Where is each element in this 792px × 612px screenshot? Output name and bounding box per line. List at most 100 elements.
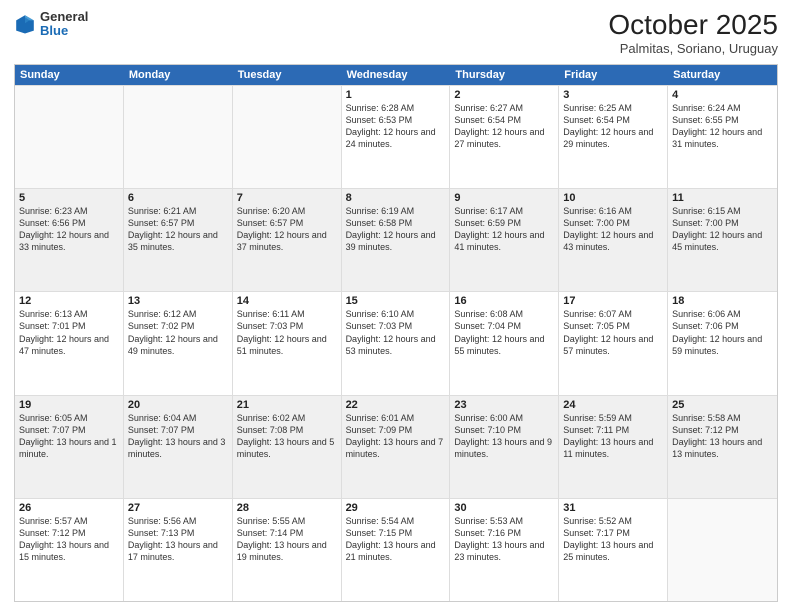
day-number: 8 bbox=[346, 192, 446, 204]
day-number: 14 bbox=[237, 295, 337, 307]
day-number: 19 bbox=[19, 399, 119, 411]
cell-daylight-text: Sunrise: 6:11 AM Sunset: 7:03 PM Dayligh… bbox=[237, 308, 337, 357]
cell-daylight-text: Sunrise: 6:05 AM Sunset: 7:07 PM Dayligh… bbox=[19, 412, 119, 461]
cell-daylight-text: Sunrise: 5:53 AM Sunset: 7:16 PM Dayligh… bbox=[454, 515, 554, 564]
cell-daylight-text: Sunrise: 6:06 AM Sunset: 7:06 PM Dayligh… bbox=[672, 308, 773, 357]
header-day-thursday: Thursday bbox=[450, 65, 559, 85]
calendar-row-3: 19Sunrise: 6:05 AM Sunset: 7:07 PM Dayli… bbox=[15, 395, 777, 498]
day-number: 29 bbox=[346, 502, 446, 514]
day-number: 12 bbox=[19, 295, 119, 307]
month-title: October 2025 bbox=[608, 10, 778, 41]
location-subtitle: Palmitas, Soriano, Uruguay bbox=[608, 41, 778, 56]
day-number: 23 bbox=[454, 399, 554, 411]
cal-cell-1-1: 6Sunrise: 6:21 AM Sunset: 6:57 PM Daylig… bbox=[124, 189, 233, 291]
logo-blue: Blue bbox=[40, 23, 68, 38]
cal-cell-0-4: 2Sunrise: 6:27 AM Sunset: 6:54 PM Daylig… bbox=[450, 86, 559, 188]
cal-cell-2-2: 14Sunrise: 6:11 AM Sunset: 7:03 PM Dayli… bbox=[233, 292, 342, 394]
cal-cell-4-3: 29Sunrise: 5:54 AM Sunset: 7:15 PM Dayli… bbox=[342, 499, 451, 601]
cal-cell-0-5: 3Sunrise: 6:25 AM Sunset: 6:54 PM Daylig… bbox=[559, 86, 668, 188]
header-day-saturday: Saturday bbox=[668, 65, 777, 85]
cell-daylight-text: Sunrise: 5:57 AM Sunset: 7:12 PM Dayligh… bbox=[19, 515, 119, 564]
day-number: 16 bbox=[454, 295, 554, 307]
day-number: 1 bbox=[346, 89, 446, 101]
cal-cell-3-1: 20Sunrise: 6:04 AM Sunset: 7:07 PM Dayli… bbox=[124, 396, 233, 498]
cal-cell-0-2 bbox=[233, 86, 342, 188]
day-number: 10 bbox=[563, 192, 663, 204]
logo-icon bbox=[14, 13, 36, 35]
title-block: October 2025 Palmitas, Soriano, Uruguay bbox=[608, 10, 778, 56]
cell-daylight-text: Sunrise: 6:16 AM Sunset: 7:00 PM Dayligh… bbox=[563, 205, 663, 254]
day-number: 2 bbox=[454, 89, 554, 101]
calendar-header: SundayMondayTuesdayWednesdayThursdayFrid… bbox=[15, 65, 777, 85]
logo: General Blue bbox=[14, 10, 88, 39]
cell-daylight-text: Sunrise: 6:15 AM Sunset: 7:00 PM Dayligh… bbox=[672, 205, 773, 254]
header-day-monday: Monday bbox=[124, 65, 233, 85]
cell-daylight-text: Sunrise: 6:01 AM Sunset: 7:09 PM Dayligh… bbox=[346, 412, 446, 461]
logo-text: General Blue bbox=[40, 10, 88, 39]
day-number: 24 bbox=[563, 399, 663, 411]
cell-daylight-text: Sunrise: 6:02 AM Sunset: 7:08 PM Dayligh… bbox=[237, 412, 337, 461]
cal-cell-3-5: 24Sunrise: 5:59 AM Sunset: 7:11 PM Dayli… bbox=[559, 396, 668, 498]
cal-cell-3-4: 23Sunrise: 6:00 AM Sunset: 7:10 PM Dayli… bbox=[450, 396, 559, 498]
page: General Blue October 2025 Palmitas, Sori… bbox=[0, 0, 792, 612]
cell-daylight-text: Sunrise: 6:07 AM Sunset: 7:05 PM Dayligh… bbox=[563, 308, 663, 357]
day-number: 22 bbox=[346, 399, 446, 411]
cal-cell-2-6: 18Sunrise: 6:06 AM Sunset: 7:06 PM Dayli… bbox=[668, 292, 777, 394]
calendar-row-2: 12Sunrise: 6:13 AM Sunset: 7:01 PM Dayli… bbox=[15, 291, 777, 394]
day-number: 13 bbox=[128, 295, 228, 307]
day-number: 15 bbox=[346, 295, 446, 307]
cell-daylight-text: Sunrise: 6:23 AM Sunset: 6:56 PM Dayligh… bbox=[19, 205, 119, 254]
cal-cell-4-0: 26Sunrise: 5:57 AM Sunset: 7:12 PM Dayli… bbox=[15, 499, 124, 601]
cal-cell-1-4: 9Sunrise: 6:17 AM Sunset: 6:59 PM Daylig… bbox=[450, 189, 559, 291]
cal-cell-3-6: 25Sunrise: 5:58 AM Sunset: 7:12 PM Dayli… bbox=[668, 396, 777, 498]
day-number: 4 bbox=[672, 89, 773, 101]
day-number: 21 bbox=[237, 399, 337, 411]
cal-cell-2-3: 15Sunrise: 6:10 AM Sunset: 7:03 PM Dayli… bbox=[342, 292, 451, 394]
cell-daylight-text: Sunrise: 5:56 AM Sunset: 7:13 PM Dayligh… bbox=[128, 515, 228, 564]
calendar-row-0: 1Sunrise: 6:28 AM Sunset: 6:53 PM Daylig… bbox=[15, 85, 777, 188]
cal-cell-1-3: 8Sunrise: 6:19 AM Sunset: 6:58 PM Daylig… bbox=[342, 189, 451, 291]
day-number: 20 bbox=[128, 399, 228, 411]
day-number: 18 bbox=[672, 295, 773, 307]
cell-daylight-text: Sunrise: 6:24 AM Sunset: 6:55 PM Dayligh… bbox=[672, 102, 773, 151]
cell-daylight-text: Sunrise: 6:04 AM Sunset: 7:07 PM Dayligh… bbox=[128, 412, 228, 461]
day-number: 11 bbox=[672, 192, 773, 204]
calendar: SundayMondayTuesdayWednesdayThursdayFrid… bbox=[14, 64, 778, 602]
cal-cell-4-5: 31Sunrise: 5:52 AM Sunset: 7:17 PM Dayli… bbox=[559, 499, 668, 601]
cell-daylight-text: Sunrise: 5:59 AM Sunset: 7:11 PM Dayligh… bbox=[563, 412, 663, 461]
calendar-body: 1Sunrise: 6:28 AM Sunset: 6:53 PM Daylig… bbox=[15, 85, 777, 601]
cal-cell-4-6 bbox=[668, 499, 777, 601]
cal-cell-4-4: 30Sunrise: 5:53 AM Sunset: 7:16 PM Dayli… bbox=[450, 499, 559, 601]
cal-cell-3-3: 22Sunrise: 6:01 AM Sunset: 7:09 PM Dayli… bbox=[342, 396, 451, 498]
header-day-wednesday: Wednesday bbox=[342, 65, 451, 85]
day-number: 26 bbox=[19, 502, 119, 514]
cal-cell-2-0: 12Sunrise: 6:13 AM Sunset: 7:01 PM Dayli… bbox=[15, 292, 124, 394]
cal-cell-4-2: 28Sunrise: 5:55 AM Sunset: 7:14 PM Dayli… bbox=[233, 499, 342, 601]
cal-cell-0-0 bbox=[15, 86, 124, 188]
cal-cell-4-1: 27Sunrise: 5:56 AM Sunset: 7:13 PM Dayli… bbox=[124, 499, 233, 601]
cell-daylight-text: Sunrise: 6:17 AM Sunset: 6:59 PM Dayligh… bbox=[454, 205, 554, 254]
day-number: 7 bbox=[237, 192, 337, 204]
day-number: 17 bbox=[563, 295, 663, 307]
cal-cell-1-2: 7Sunrise: 6:20 AM Sunset: 6:57 PM Daylig… bbox=[233, 189, 342, 291]
header-day-tuesday: Tuesday bbox=[233, 65, 342, 85]
day-number: 27 bbox=[128, 502, 228, 514]
cal-cell-2-4: 16Sunrise: 6:08 AM Sunset: 7:04 PM Dayli… bbox=[450, 292, 559, 394]
cell-daylight-text: Sunrise: 5:52 AM Sunset: 7:17 PM Dayligh… bbox=[563, 515, 663, 564]
day-number: 31 bbox=[563, 502, 663, 514]
cell-daylight-text: Sunrise: 5:58 AM Sunset: 7:12 PM Dayligh… bbox=[672, 412, 773, 461]
cell-daylight-text: Sunrise: 6:10 AM Sunset: 7:03 PM Dayligh… bbox=[346, 308, 446, 357]
cell-daylight-text: Sunrise: 6:08 AM Sunset: 7:04 PM Dayligh… bbox=[454, 308, 554, 357]
cell-daylight-text: Sunrise: 6:00 AM Sunset: 7:10 PM Dayligh… bbox=[454, 412, 554, 461]
cell-daylight-text: Sunrise: 6:19 AM Sunset: 6:58 PM Dayligh… bbox=[346, 205, 446, 254]
header: General Blue October 2025 Palmitas, Sori… bbox=[14, 10, 778, 56]
calendar-row-4: 26Sunrise: 5:57 AM Sunset: 7:12 PM Dayli… bbox=[15, 498, 777, 601]
day-number: 30 bbox=[454, 502, 554, 514]
header-day-sunday: Sunday bbox=[15, 65, 124, 85]
day-number: 9 bbox=[454, 192, 554, 204]
day-number: 5 bbox=[19, 192, 119, 204]
cell-daylight-text: Sunrise: 6:12 AM Sunset: 7:02 PM Dayligh… bbox=[128, 308, 228, 357]
cell-daylight-text: Sunrise: 6:13 AM Sunset: 7:01 PM Dayligh… bbox=[19, 308, 119, 357]
cal-cell-0-1 bbox=[124, 86, 233, 188]
cal-cell-3-0: 19Sunrise: 6:05 AM Sunset: 7:07 PM Dayli… bbox=[15, 396, 124, 498]
